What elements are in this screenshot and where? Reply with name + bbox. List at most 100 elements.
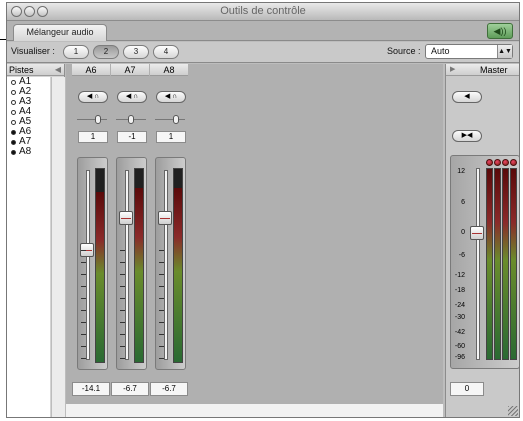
fader-tick bbox=[81, 298, 86, 299]
fader-tick bbox=[159, 346, 164, 347]
fader-well bbox=[77, 157, 108, 370]
tracks-scrollbar[interactable] bbox=[51, 77, 65, 417]
mute-solo-buttons[interactable]: ◀ ∩ bbox=[117, 91, 147, 103]
master-scale-label: 6 bbox=[461, 198, 465, 206]
fader-tick bbox=[81, 250, 86, 251]
fader-tick bbox=[120, 286, 125, 287]
channel-name: A8 bbox=[150, 64, 188, 76]
visibility-dot[interactable] bbox=[11, 100, 16, 105]
fader-tick bbox=[159, 262, 164, 263]
pan-slider-track bbox=[155, 119, 185, 120]
visibility-dot[interactable] bbox=[11, 150, 16, 155]
fader-tick bbox=[81, 262, 86, 263]
master-scale-label: -12 bbox=[454, 271, 465, 279]
peak-indicator bbox=[494, 159, 501, 166]
visibility-dot[interactable] bbox=[11, 120, 16, 125]
meter-fill bbox=[135, 188, 143, 362]
fader-tick bbox=[81, 286, 86, 287]
visibility-dot[interactable] bbox=[11, 80, 16, 85]
master-scale-label: -30 bbox=[454, 313, 465, 321]
master-scale-label: -6 bbox=[458, 252, 465, 260]
master-scale-label: -42 bbox=[454, 329, 465, 337]
track-item[interactable]: A8 bbox=[7, 147, 50, 157]
volume-value[interactable]: -6.7 bbox=[111, 382, 149, 396]
master-volume-value[interactable]: 0 bbox=[450, 382, 484, 396]
meter-fill bbox=[487, 169, 492, 359]
volume-value[interactable]: -6.7 bbox=[150, 382, 188, 396]
pan-slider-track bbox=[77, 119, 107, 120]
meter-fill bbox=[495, 169, 500, 359]
fader-tick bbox=[120, 274, 125, 275]
fader-tick bbox=[120, 262, 125, 263]
master-meter bbox=[510, 168, 517, 360]
pan-value[interactable]: 1 bbox=[156, 131, 186, 143]
fader-tick bbox=[81, 334, 86, 335]
master-strip: ▶ Master ◀ ▶◀ 12 6 0 -6 -12 -18 -24 -30 -42 -60 -96… bbox=[445, 64, 519, 417]
level-meter bbox=[95, 168, 105, 363]
master-scale-label: -60 bbox=[454, 342, 465, 350]
pan-knob[interactable] bbox=[128, 115, 134, 124]
title-bar[interactable]: Outils de contrôle bbox=[7, 3, 519, 21]
resize-handle[interactable] bbox=[508, 406, 518, 416]
fader-tick bbox=[159, 274, 164, 275]
source-select[interactable]: Auto ▲▼ bbox=[425, 44, 513, 59]
fader-tick bbox=[81, 358, 86, 359]
master-scale-label: 12 bbox=[457, 167, 465, 175]
volume-value[interactable]: -14.1 bbox=[72, 382, 110, 396]
level-meter bbox=[173, 168, 183, 363]
peak-indicator bbox=[502, 159, 509, 166]
fader-tick bbox=[120, 346, 125, 347]
pan-value[interactable]: 1 bbox=[78, 131, 108, 143]
master-fader-well: 12 6 0 -6 -12 -18 -24 -30 -42 -60 -96 bbox=[450, 155, 519, 369]
volume-fader[interactable] bbox=[119, 210, 133, 225]
master-downmix-button[interactable]: ▶◀ bbox=[452, 130, 482, 142]
fader-tick bbox=[81, 322, 86, 323]
master-fader-slot bbox=[476, 168, 480, 360]
tab-audio-mixer[interactable]: Mélangeur audio bbox=[13, 24, 107, 41]
mute-solo-buttons[interactable]: ◀ ∩ bbox=[156, 91, 186, 103]
source-label: Source : bbox=[387, 46, 421, 56]
master-header: ▶ Master bbox=[446, 64, 519, 76]
master-scale-label: 0 bbox=[461, 229, 465, 237]
fader-tick bbox=[81, 346, 86, 347]
pan-value[interactable]: -1 bbox=[117, 131, 147, 143]
view-button-3[interactable]: 3 bbox=[123, 45, 149, 59]
view-button-4[interactable]: 4 bbox=[153, 45, 179, 59]
master-meter bbox=[502, 168, 509, 360]
fader-tick bbox=[120, 298, 125, 299]
collapse-icon[interactable]: ◀ bbox=[55, 64, 61, 76]
track-list: A1 A2 A3 A4 A5 A6 A7 A8 bbox=[7, 77, 50, 417]
master-mute-button[interactable]: ◀ bbox=[452, 91, 482, 103]
source-value: Auto bbox=[431, 46, 450, 56]
meter-fill bbox=[174, 188, 182, 362]
master-scale-label: -96 bbox=[454, 354, 465, 362]
pan-knob[interactable] bbox=[95, 115, 101, 124]
view-button-2[interactable]: 2 bbox=[93, 45, 119, 59]
fader-slot bbox=[164, 170, 168, 360]
channel-scroll-area[interactable] bbox=[66, 404, 443, 417]
visibility-dot[interactable] bbox=[11, 110, 16, 115]
fader-well bbox=[116, 157, 147, 370]
fader-tick bbox=[120, 358, 125, 359]
visibility-dot[interactable] bbox=[11, 130, 16, 135]
view-button-1[interactable]: 1 bbox=[63, 45, 89, 59]
fader-tick bbox=[120, 334, 125, 335]
fader-tick bbox=[159, 286, 164, 287]
visibility-dot[interactable] bbox=[11, 140, 16, 145]
master-volume-fader[interactable] bbox=[470, 226, 484, 241]
master-scale-label: -18 bbox=[454, 286, 465, 294]
visibility-dot[interactable] bbox=[11, 90, 16, 95]
expand-icon[interactable]: ▶ bbox=[450, 64, 455, 76]
fader-tick bbox=[159, 334, 164, 335]
fader-well bbox=[155, 157, 186, 370]
channel-name: A6 bbox=[72, 64, 110, 76]
fader-tick bbox=[81, 310, 86, 311]
fader-tick bbox=[120, 310, 125, 311]
fader-tick bbox=[120, 322, 125, 323]
mute-solo-buttons[interactable]: ◀ ∩ bbox=[78, 91, 108, 103]
speaker-icon[interactable]: ◀)) bbox=[487, 23, 513, 39]
tab-row: Mélangeur audio ◀)) bbox=[7, 21, 519, 41]
volume-fader[interactable] bbox=[158, 210, 172, 225]
fader-tick bbox=[159, 358, 164, 359]
pan-knob[interactable] bbox=[173, 115, 179, 124]
